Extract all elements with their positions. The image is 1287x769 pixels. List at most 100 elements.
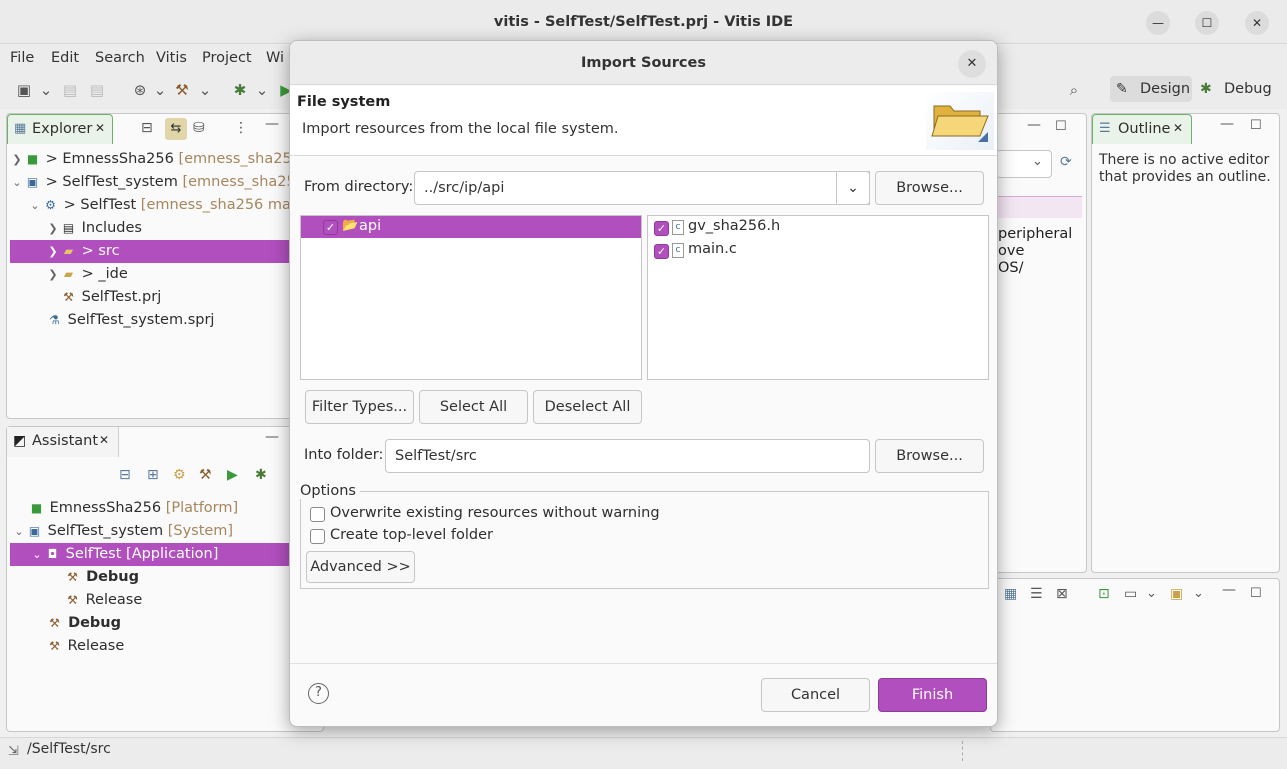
background-text-1: peripheral (998, 226, 1073, 242)
maximize-button[interactable]: ☐ (1195, 11, 1219, 35)
select-all-button[interactable]: Select All (419, 390, 528, 424)
file-item-main-c[interactable]: ✓ c main.c (652, 240, 982, 262)
deselect-all-button[interactable]: Deselect All (533, 390, 642, 424)
expand-all-icon[interactable]: ⊞ (147, 467, 159, 483)
assistant-item-app-release[interactable]: ⚒ Release (64, 589, 324, 612)
help-icon[interactable]: ? (308, 683, 329, 704)
console-clear-icon[interactable]: ⊠ (1056, 586, 1068, 602)
minimize-view-icon[interactable]: — (265, 429, 279, 445)
background-text-2: ove (998, 243, 1025, 259)
finish-button[interactable]: Finish (878, 678, 987, 712)
dialog-close-button[interactable]: ✕ (958, 50, 986, 78)
target-icon[interactable]: ⊛ (130, 80, 150, 100)
close-icon[interactable]: ✕ (1173, 121, 1183, 135)
folder-item-api[interactable]: ✓ 📂 api (301, 216, 641, 238)
run-icon[interactable]: ▶ (227, 467, 238, 483)
minimize-view-icon[interactable]: — (265, 116, 279, 132)
chevron-down-icon[interactable]: ⌄ (252, 80, 272, 100)
maximize-view-icon[interactable]: ☐ (1250, 118, 1262, 133)
tree-item-ide[interactable]: ❯ ▰ > _ide (46, 263, 324, 286)
minimize-view-icon[interactable]: — (1222, 582, 1236, 598)
maximize-view-icon[interactable]: ☐ (1055, 119, 1067, 134)
tree-item-selftest-system[interactable]: ⌄ ▣ > SelfTest_system [emness_sha256 m (10, 171, 324, 194)
file-item-gv-sha256-h[interactable]: ✓ c gv_sha256.h (652, 217, 982, 239)
menu-project[interactable]: Project (202, 50, 252, 66)
tree-item-emnesssha256[interactable]: ❯ ■ > EmnessSha256 [emness_sha256 m (10, 148, 324, 171)
chevron-down-icon[interactable]: ⌄ (195, 80, 215, 100)
pin-icon[interactable]: ⊡ (1098, 586, 1110, 602)
hammer-icon[interactable]: ⚒ (199, 467, 212, 483)
chevron-right-icon: ❯ (48, 245, 58, 258)
menu-file[interactable]: File (10, 50, 34, 66)
filter-icon[interactable]: ⛁ (193, 120, 205, 136)
save-icon[interactable]: ▤ (60, 80, 80, 100)
design-icon: ✎ (1116, 81, 1128, 97)
tab-assistant[interactable]: ◩ Assistant ✕ (7, 427, 119, 457)
filter-types-button[interactable]: Filter Types... (305, 390, 414, 424)
tree-item-selftest-system-sprj[interactable]: ⚗ SelfTest_system.sprj (46, 309, 324, 332)
search-icon[interactable]: ⌕ (1064, 80, 1084, 100)
folder-api-checkbox[interactable]: ✓ (323, 220, 338, 235)
collapse-all-icon[interactable]: ⊟ (141, 120, 153, 136)
assistant-item-platform[interactable]: ■ EmnessSha256 [Platform] (28, 497, 324, 520)
tree-item-selftest-prj[interactable]: ⚒ SelfTest.prj (60, 286, 324, 309)
assistant-item-application[interactable]: ⌄ ◘ SelfTest [Application] (10, 543, 324, 566)
view-menu-icon[interactable]: ⋮ (234, 120, 248, 136)
menu-edit[interactable]: Edit (51, 50, 79, 66)
folder-tree-list[interactable] (300, 215, 642, 380)
from-directory-dropdown[interactable]: ⌄ (836, 171, 870, 205)
new-icon[interactable]: ▣ (14, 80, 34, 100)
assistant-item-system-debug[interactable]: ⚒ Debug (46, 612, 324, 635)
new-console-icon[interactable]: ▣ (1170, 586, 1183, 602)
hammer-icon[interactable]: ⚒ (172, 80, 192, 100)
maximize-view-icon[interactable]: ☐ (1250, 586, 1262, 601)
chevron-down-icon[interactable]: ⌄ (150, 80, 170, 100)
minimize-view-icon[interactable]: — (1027, 117, 1041, 133)
chevron-down-icon[interactable]: ⌄ (1193, 586, 1204, 601)
minimize-button[interactable]: — (1146, 11, 1170, 35)
collapse-all-icon[interactable]: ⊟ (119, 467, 131, 483)
from-directory-label: From directory: (304, 179, 414, 195)
debug-bug-icon[interactable]: ✱ (255, 467, 267, 483)
tree-item-selftest[interactable]: ⌄ ⚙ > SelfTest [emness_sha256 maste (28, 194, 324, 217)
into-folder-input[interactable]: SelfTest/src (385, 439, 870, 473)
refresh-icon[interactable]: ⟳ (1060, 154, 1072, 170)
includes-icon: ▤ (62, 221, 75, 235)
tab-explorer[interactable]: ▦ Explorer ✕ (7, 114, 113, 144)
status-bar (0, 737, 1287, 769)
perspective-design[interactable]: ✎ Design (1110, 76, 1192, 102)
tree-item-includes[interactable]: ❯ ▤ Includes (46, 217, 324, 240)
assistant-item-app-debug[interactable]: ⚒ Debug (64, 566, 324, 589)
advanced-button[interactable]: Advanced >> (306, 551, 415, 583)
from-directory-input[interactable]: ../src/ip/api (414, 171, 870, 205)
assistant-item-system[interactable]: ⌄ ▣ SelfTest_system [System] (12, 520, 324, 543)
debug-bug-icon[interactable]: ✱ (230, 80, 250, 100)
close-window-button[interactable]: ✕ (1245, 11, 1269, 35)
display-console-icon[interactable]: ▭ (1124, 586, 1137, 602)
file-main-c-checkbox[interactable]: ✓ (654, 244, 669, 259)
chevron-down-icon[interactable]: ⌄ (1146, 586, 1157, 601)
menu-search[interactable]: Search (95, 50, 145, 66)
settings-icon[interactable]: ⚙ (173, 467, 186, 483)
perspective-debug[interactable]: ✱ Debug (1194, 76, 1274, 102)
console-action-icon[interactable]: ▦ (1004, 586, 1017, 602)
cancel-button[interactable]: Cancel (761, 678, 870, 712)
menu-window[interactable]: Wi (266, 50, 284, 66)
assistant-item-system-release[interactable]: ⚒ Release (46, 635, 324, 658)
overwrite-checkbox[interactable] (310, 507, 325, 522)
browse-folder-button[interactable]: Browse... (875, 439, 984, 473)
link-editor-icon[interactable]: ⇆ (165, 118, 187, 140)
tree-item-src[interactable]: ❯ ▰ > src (10, 240, 324, 263)
console-list-icon[interactable]: ☰ (1030, 586, 1043, 602)
save-all-icon[interactable]: ▤ (87, 80, 107, 100)
close-icon[interactable]: ✕ (99, 433, 109, 447)
menu-vitis[interactable]: Vitis (156, 50, 187, 66)
file-gv-sha256-checkbox[interactable]: ✓ (654, 221, 669, 236)
editor-combo[interactable] (996, 150, 1052, 178)
top-level-folder-checkbox[interactable] (310, 529, 325, 544)
tab-outline[interactable]: ☰ Outline ✕ (1092, 114, 1192, 144)
chevron-down-icon[interactable]: ⌄ (36, 80, 56, 100)
minimize-view-icon[interactable]: — (1220, 116, 1234, 132)
close-icon[interactable]: ✕ (95, 121, 105, 135)
browse-directory-button[interactable]: Browse... (875, 171, 984, 205)
